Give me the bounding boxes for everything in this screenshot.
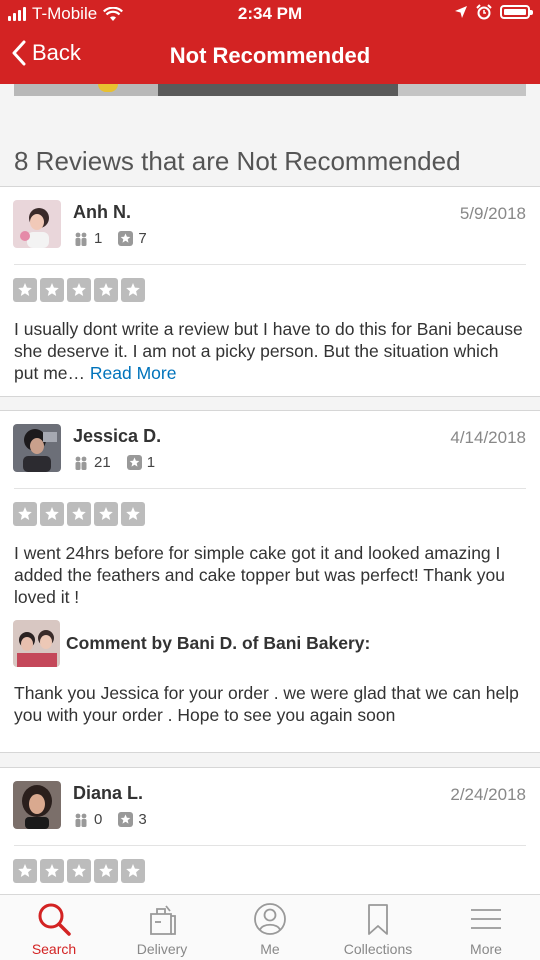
reviewer-name[interactable]: Diana L. <box>73 783 143 804</box>
avatar[interactable] <box>13 781 61 829</box>
review-count: 1 <box>146 454 156 471</box>
reviewer-name[interactable]: Anh N. <box>73 202 131 223</box>
tab-label: More <box>470 941 502 957</box>
star-icon <box>13 859 37 883</box>
page-title: Not Recommended <box>169 43 371 68</box>
review-date: 5/9/2018 <box>459 204 526 223</box>
tab-me[interactable]: Me <box>216 895 324 960</box>
star-icon <box>13 502 37 526</box>
tab-more[interactable]: More <box>432 895 540 960</box>
avatar[interactable] <box>13 200 61 248</box>
review-text: I went 24hrs before for simple cake got … <box>14 543 505 607</box>
review-card: Diana L. 2/24/2018 0 3 <box>0 767 540 907</box>
reviewer-stats: 1 7 <box>73 230 163 247</box>
star-rating <box>13 502 145 526</box>
bookmark-icon <box>368 904 388 935</box>
friends-count: 21 <box>94 454 111 471</box>
review-count: 7 <box>138 230 147 247</box>
reviewer-stats: 21 1 <box>73 454 171 471</box>
review-count-icon <box>118 231 134 246</box>
star-icon <box>121 278 145 302</box>
star-icon <box>40 859 64 883</box>
star-icon <box>94 859 118 883</box>
friends-count: 1 <box>94 230 103 247</box>
friends-icon <box>75 232 87 246</box>
battery-icon <box>500 5 533 19</box>
star-icon <box>40 278 64 302</box>
star-rating <box>13 859 145 883</box>
star-icon <box>13 278 37 302</box>
friends-count: 0 <box>94 811 103 828</box>
alarm-icon <box>476 4 492 20</box>
search-icon <box>38 903 71 936</box>
photo-strip[interactable] <box>14 84 526 96</box>
review-date: 2/24/2018 <box>450 785 526 804</box>
review-card: Anh N. 5/9/2018 1 7 I usually dont write… <box>0 186 540 397</box>
reviewer-stats: 0 3 <box>73 811 163 828</box>
review-date: 4/14/2018 <box>450 428 526 447</box>
business-comment-title: Comment by Bani D. of Bani Bakery: <box>66 633 371 653</box>
divider <box>14 488 526 489</box>
nav-bar: Back Not Recommended <box>0 30 540 84</box>
tab-label: Delivery <box>136 941 188 957</box>
tab-label: Search <box>31 941 77 957</box>
divider <box>14 845 526 846</box>
divider <box>14 264 526 265</box>
star-icon <box>67 502 91 526</box>
review-count-icon <box>126 455 142 470</box>
location-arrow-icon <box>455 6 467 18</box>
star-rating <box>13 278 145 302</box>
business-comment-text: Thank you Jessica for your order . we we… <box>14 683 519 725</box>
star-icon <box>67 278 91 302</box>
friends-icon <box>75 456 87 470</box>
star-icon <box>121 502 145 526</box>
friends-icon <box>75 813 87 827</box>
reviewer-name[interactable]: Jessica D. <box>73 426 161 447</box>
status-bar: T-Mobile 2:34 PM <box>0 0 540 30</box>
star-icon <box>94 502 118 526</box>
review-count: 3 <box>138 811 147 828</box>
star-icon <box>94 278 118 302</box>
tab-bar: Search Delivery Me Collections More <box>0 894 540 960</box>
tab-delivery[interactable]: Delivery <box>108 895 216 960</box>
review-card: Jessica D. 4/14/2018 21 1 I went 24hrs b… <box>0 410 540 753</box>
tab-collections[interactable]: Collections <box>324 895 432 960</box>
status-icons <box>454 4 533 20</box>
star-icon <box>121 859 145 883</box>
read-more-link[interactable]: Read More <box>90 363 177 383</box>
delivery-icon <box>150 905 176 935</box>
tab-label: Me <box>260 941 280 957</box>
tab-search[interactable]: Search <box>0 895 108 960</box>
section-heading: 8 Reviews that are Not Recommended <box>14 146 461 176</box>
tab-label: Collections <box>343 941 413 957</box>
top-bar: T-Mobile 2:34 PM Back Not Recommended <box>0 0 540 84</box>
star-icon <box>40 502 64 526</box>
business-comment-header: Comment by Bani D. of Bani Bakery: <box>13 620 370 667</box>
star-icon <box>67 859 91 883</box>
review-count-icon <box>118 812 134 827</box>
business-owner-avatar[interactable] <box>13 620 60 667</box>
review-text: I usually dont write a review but I have… <box>14 318 526 384</box>
profile-icon <box>254 903 286 935</box>
menu-icon <box>471 909 501 929</box>
avatar[interactable] <box>13 424 61 472</box>
